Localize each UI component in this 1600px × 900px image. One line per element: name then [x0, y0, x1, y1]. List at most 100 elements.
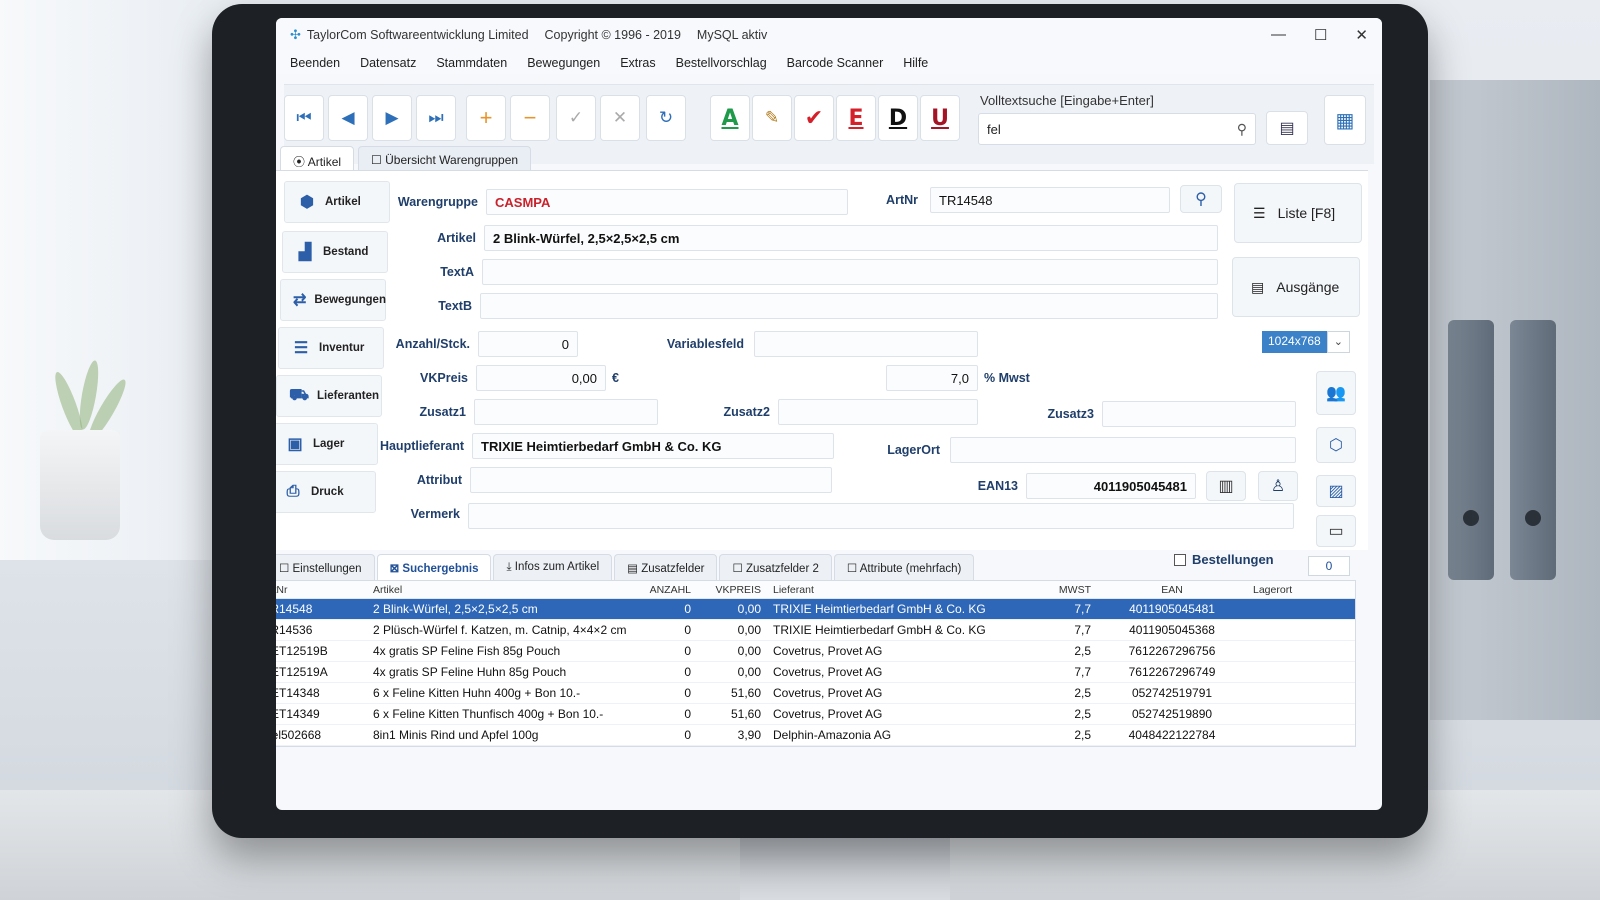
letter-a-button[interactable]: A [710, 95, 750, 141]
sidebar-item-inventur[interactable]: ☰ Inventur [278, 327, 384, 369]
edit-pen-icon[interactable]: ✎ [752, 95, 792, 141]
table-cell: 7612267296756 [1128, 644, 1216, 658]
artikel-field[interactable]: 2 Blink-Würfel, 2,5×2,5×2,5 cm [484, 225, 1218, 251]
tab-zusatzfelder-2[interactable]: ☐ Zusatzfelder 2 [719, 554, 832, 581]
tab-einstellungen[interactable]: ☐ Einstellungen [276, 554, 375, 581]
tab-infos-zum-artikel[interactable]: ⤓ Infos zum Artikel [493, 554, 613, 581]
texta-field[interactable] [482, 259, 1218, 285]
letter-u-button[interactable]: U [920, 95, 960, 141]
search-input[interactable]: fel ⚲ [978, 113, 1256, 145]
image-icon[interactable]: ▨ [1316, 475, 1356, 507]
check-icon[interactable]: ✔ [794, 95, 834, 141]
sidebar-item-bewegungen[interactable]: ⇄ Bewegungen [280, 279, 386, 321]
list-icon: ☰ [1253, 204, 1266, 221]
menu-barcode-scanner[interactable]: Barcode Scanner [787, 56, 884, 70]
menu-beenden[interactable]: Beenden [290, 56, 340, 70]
folder-icon[interactable]: ▭ [1316, 515, 1356, 547]
menu-datensatz[interactable]: Datensatz [360, 56, 416, 70]
warengruppe-label: Warengruppe [397, 195, 478, 209]
lagerort-label: LagerOrt [887, 443, 940, 457]
col-lieferant[interactable]: Lieferant [767, 584, 1037, 596]
table-row[interactable]: PET14349 6 x Feline Kitten Thunfisch 400g… [276, 704, 1355, 725]
grid-view-icon[interactable]: ▦ [1324, 95, 1366, 145]
minimize-icon[interactable]: — [1271, 26, 1286, 44]
zusatz2-field[interactable] [778, 399, 978, 425]
add-record-button[interactable]: + [466, 95, 506, 141]
col-artnr[interactable]: ArtNr [276, 584, 367, 596]
table-cell: 0,00 [737, 665, 761, 679]
user-lock-icon[interactable]: ♙ [1258, 471, 1298, 501]
sidebar-item-artikel[interactable]: ⬢ Artikel [284, 181, 390, 223]
vermerk-field[interactable] [468, 503, 1294, 529]
maximize-icon[interactable]: ☐ [1314, 26, 1327, 44]
col-anzahl[interactable]: ANZAHL [637, 584, 697, 596]
barcode-icon[interactable]: ▥ [1206, 471, 1246, 501]
artnr-field[interactable]: TR14548 [930, 187, 1170, 213]
tab-suchergebnis[interactable]: ⊠ Suchergebnis [376, 554, 492, 581]
zusatz1-field[interactable] [474, 399, 658, 425]
letter-d-button[interactable]: D [878, 95, 918, 141]
mwst-field[interactable]: 7,0 [886, 365, 978, 391]
menu-extras[interactable]: Extras [620, 56, 655, 70]
vkpreis-field[interactable]: 0,00 [476, 365, 606, 391]
refresh-button[interactable]: ↻ [646, 95, 686, 141]
table-cell: 51,60 [730, 707, 761, 721]
anzahl-field[interactable]: 0 [478, 331, 578, 357]
col-lagerort[interactable]: Lagerort [1247, 584, 1357, 596]
search-icon[interactable]: ⚲ [1237, 121, 1247, 138]
mwst-label: % Mwst [984, 371, 1030, 385]
first-record-button[interactable]: ⏮ [284, 95, 324, 141]
col-vkpreis[interactable]: VKPREIS [697, 584, 767, 596]
lagerort-field[interactable] [950, 437, 1296, 463]
resolution-select[interactable]: 1024x768 ⌄ [1262, 331, 1350, 353]
col-ean[interactable]: EAN [1097, 584, 1247, 596]
table-row[interactable]: PET12519A 4x gratis SP Feline Huhn 85g Po… [276, 662, 1355, 683]
delete-record-button[interactable]: − [510, 95, 550, 141]
zusatz3-field[interactable] [1102, 401, 1296, 427]
col-mwst[interactable]: MWST [1037, 584, 1097, 596]
table-row[interactable]: PET12519B 4x gratis SP Feline Fish 85g Po… [276, 641, 1355, 662]
sidebar-item-lager[interactable]: ▣ Lager [276, 423, 378, 465]
confirm-button[interactable]: ✓ [556, 95, 596, 141]
table-row[interactable]: TR14536 2 Plüsch-Würfel f. Katzen, m. Cat… [276, 620, 1355, 641]
close-icon[interactable]: ✕ [1355, 26, 1368, 44]
artnr-search-icon[interactable]: ⚲ [1180, 185, 1222, 213]
menu-bestellvorschlag[interactable]: Bestellvorschlag [676, 56, 767, 70]
next-record-button[interactable]: ▶ [372, 95, 412, 141]
table-row[interactable]: PET14348 6 x Feline Kitten Huhn 400g + Bo… [276, 683, 1355, 704]
package-icon[interactable]: ⬡ [1316, 427, 1356, 463]
bestellungen-count: 0 [1308, 556, 1350, 576]
search-label: Volltextsuche [Eingabe+Enter] [980, 93, 1154, 108]
bestellungen-checkbox[interactable]: Bestellungen [1174, 552, 1274, 567]
previous-record-button[interactable]: ◀ [328, 95, 368, 141]
sidebar-item-druck[interactable]: ⎙ Druck [276, 471, 376, 513]
attribut-field[interactable] [470, 467, 832, 493]
warengruppe-field[interactable]: CASMPA [486, 189, 848, 215]
ausgaenge-button[interactable]: ▤ Ausgänge [1232, 257, 1360, 317]
menu-bewegungen[interactable]: Bewegungen [527, 56, 600, 70]
tab-zusatzfelder[interactable]: ▤ Zusatzfelder [614, 554, 718, 581]
menu-hilfe[interactable]: Hilfe [903, 56, 928, 70]
col-artikel[interactable]: Artikel [367, 584, 637, 596]
variablesfeld-field[interactable] [754, 331, 978, 357]
letter-e-button[interactable]: E [836, 95, 876, 141]
table-cell: 2,5 [1074, 644, 1091, 658]
cancel-button[interactable]: ✕ [600, 95, 640, 141]
sidebar-item-lieferanten[interactable]: ⛟ Lieferanten [276, 375, 382, 417]
table-row[interactable]: TR14548 2 Blink-Würfel, 2,5×2,5×2,5 cm 0 0,… [276, 599, 1355, 620]
users-icon[interactable]: 👥 [1316, 371, 1356, 415]
sidebar-item-bestand[interactable]: ▟ Bestand [282, 231, 388, 273]
ean-field[interactable]: 4011905045481 [1026, 473, 1196, 499]
notes-icon[interactable]: ▤ [1266, 111, 1308, 145]
textb-field[interactable] [480, 293, 1218, 319]
liste-button[interactable]: ☰ Liste [F8] [1234, 183, 1362, 243]
hauptlieferant-field[interactable]: TRIXIE Heimtierbedarf GmbH & Co. KG [472, 433, 834, 459]
tab-attribute[interactable]: ☐ Attribute (mehrfach) [833, 554, 975, 581]
results-table: ArtNr Artikel ANZAHL VKPREIS Lieferant M… [276, 580, 1356, 747]
menu-stammdaten[interactable]: Stammdaten [436, 56, 507, 70]
table-cell: PET14349 [276, 707, 320, 721]
table-cell: 3,90 [737, 728, 761, 742]
last-record-button[interactable]: ⏭ [416, 95, 456, 141]
table-cell: Covetrus, Provet AG [773, 707, 883, 721]
table-row[interactable]: Del502668 8in1 Minis Rind und Apfel 100g 0… [276, 725, 1355, 746]
